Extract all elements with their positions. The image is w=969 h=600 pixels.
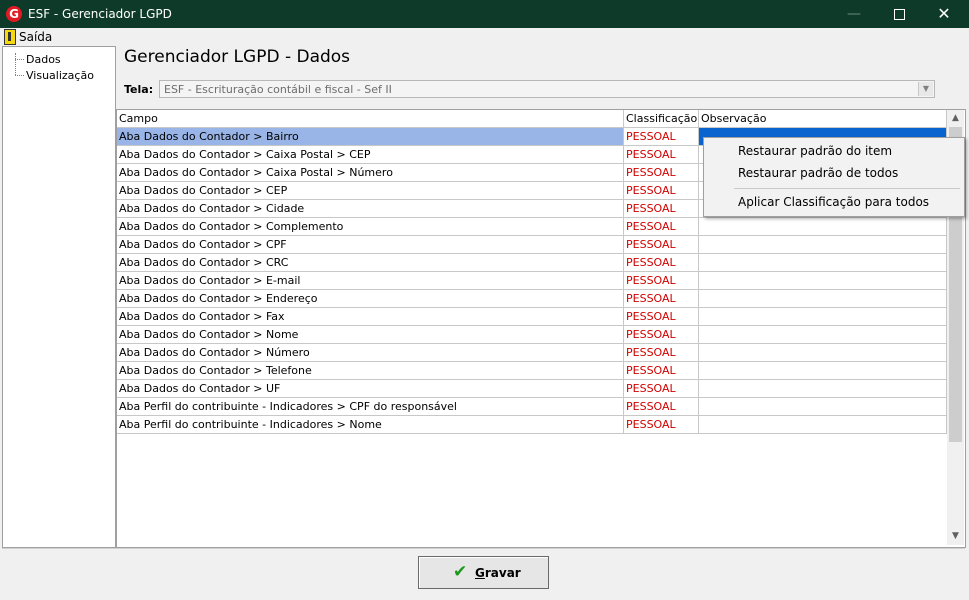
cell-observacao[interactable] xyxy=(699,254,947,272)
menu-item-apply-classification-all[interactable]: Aplicar Classificação para todos xyxy=(738,195,929,209)
cell-classificacao[interactable]: PESSOAL xyxy=(624,398,699,416)
tree-connector xyxy=(15,53,16,75)
menu-item-exit[interactable]: Saída xyxy=(19,30,52,44)
main-window: G ESF - Gerenciador LGPD — ✕ Saída Dados… xyxy=(0,0,969,600)
scroll-up-icon[interactable]: ▲ xyxy=(947,110,964,127)
cell-classificacao[interactable]: PESSOAL xyxy=(624,218,699,236)
page-title: Gerenciador LGPD - Dados xyxy=(124,47,351,67)
cell-campo[interactable]: Aba Dados do Contador > Caixa Postal > N… xyxy=(117,164,624,182)
table-row[interactable]: Aba Dados do Contador > Telefone PESSOAL xyxy=(117,362,947,380)
cell-classificacao[interactable]: PESSOAL xyxy=(624,380,699,398)
navigation-tree: Dados Visualização xyxy=(2,46,116,548)
menu-item-restore-all[interactable]: Restaurar padrão de todos xyxy=(738,166,898,180)
window-title: ESF - Gerenciador LGPD xyxy=(28,7,172,21)
cell-observacao[interactable] xyxy=(699,398,947,416)
exit-door-icon[interactable] xyxy=(4,29,16,45)
menu-bar xyxy=(0,28,969,46)
column-header-campo[interactable]: Campo xyxy=(117,110,624,127)
context-menu: Restaurar padrão do item Restaurar padrã… xyxy=(703,137,965,217)
cell-classificacao[interactable]: PESSOAL xyxy=(624,236,699,254)
cell-classificacao[interactable]: PESSOAL xyxy=(624,128,699,146)
column-header-observacao[interactable]: Observação xyxy=(699,110,947,127)
cell-observacao[interactable] xyxy=(699,290,947,308)
cell-classificacao[interactable]: PESSOAL xyxy=(624,416,699,434)
cell-observacao[interactable] xyxy=(699,308,947,326)
cell-observacao[interactable] xyxy=(699,326,947,344)
menu-separator xyxy=(734,188,960,189)
column-header-classificacao[interactable]: Classificação xyxy=(624,110,699,127)
cell-observacao[interactable] xyxy=(699,362,947,380)
chevron-down-icon[interactable]: ▼ xyxy=(918,82,933,96)
maximize-icon xyxy=(893,8,905,20)
cell-classificacao[interactable]: PESSOAL xyxy=(624,308,699,326)
table-row[interactable]: Aba Dados do Contador > E-mail PESSOAL xyxy=(117,272,947,290)
table-row[interactable]: Aba Dados do Contador > Número PESSOAL xyxy=(117,344,947,362)
cell-classificacao[interactable]: PESSOAL xyxy=(624,362,699,380)
table-row[interactable]: Aba Dados do Contador > UF PESSOAL xyxy=(117,380,947,398)
cell-campo[interactable]: Aba Dados do Contador > Nome xyxy=(117,326,624,344)
menu-item-restore-item[interactable]: Restaurar padrão do item xyxy=(738,144,892,158)
table-row[interactable]: Aba Dados do Contador > Endereço PESSOAL xyxy=(117,290,947,308)
cell-campo[interactable]: Aba Dados do Contador > Complemento xyxy=(117,218,624,236)
cell-classificacao[interactable]: PESSOAL xyxy=(624,344,699,362)
cell-classificacao[interactable]: PESSOAL xyxy=(624,200,699,218)
screen-select[interactable]: ESF - Escrituração contábil e fiscal - S… xyxy=(159,80,935,98)
cell-classificacao[interactable]: PESSOAL xyxy=(624,254,699,272)
title-bar[interactable]: G ESF - Gerenciador LGPD — ✕ xyxy=(0,0,969,28)
cell-campo[interactable]: Aba Dados do Contador > Caixa Postal > C… xyxy=(117,146,624,164)
save-button[interactable]: ✔ Gravar xyxy=(418,556,549,589)
cell-classificacao[interactable]: PESSOAL xyxy=(624,290,699,308)
cell-classificacao[interactable]: PESSOAL xyxy=(624,146,699,164)
cell-observacao[interactable] xyxy=(699,272,947,290)
cell-campo[interactable]: Aba Dados do Contador > Cidade xyxy=(117,200,624,218)
tree-connector xyxy=(15,59,24,60)
table-row[interactable]: Aba Perfil do contribuinte - Indicadores… xyxy=(117,398,947,416)
cell-campo[interactable]: Aba Dados do Contador > CPF xyxy=(117,236,624,254)
cell-campo[interactable]: Aba Dados do Contador > CEP xyxy=(117,182,624,200)
scroll-down-icon[interactable]: ▼ xyxy=(947,528,964,545)
cell-observacao[interactable] xyxy=(699,416,947,434)
app-logo-icon: G xyxy=(6,6,22,22)
cell-campo[interactable]: Aba Perfil do contribuinte - Indicadores… xyxy=(117,416,624,434)
cell-campo[interactable]: Aba Dados do Contador > CRC xyxy=(117,254,624,272)
table-row[interactable]: Aba Dados do Contador > Fax PESSOAL xyxy=(117,308,947,326)
cell-observacao[interactable] xyxy=(699,218,947,236)
table-row[interactable]: Aba Perfil do contribuinte - Indicadores… xyxy=(117,416,947,434)
table-header: Campo Classificação Observação xyxy=(117,110,947,128)
table-row[interactable]: Aba Dados do Contador > CRC PESSOAL xyxy=(117,254,947,272)
cell-classificacao[interactable]: PESSOAL xyxy=(624,272,699,290)
table-row[interactable]: Aba Dados do Contador > CPF PESSOAL xyxy=(117,236,947,254)
cell-campo[interactable]: Aba Dados do Contador > Número xyxy=(117,344,624,362)
cell-classificacao[interactable]: PESSOAL xyxy=(624,182,699,200)
cell-observacao[interactable] xyxy=(699,236,947,254)
tree-connector xyxy=(15,75,24,76)
maximize-button[interactable] xyxy=(876,0,922,28)
tree-item-dados[interactable]: Dados xyxy=(26,53,61,66)
cell-observacao[interactable] xyxy=(699,344,947,362)
minimize-button[interactable]: — xyxy=(831,0,877,28)
cell-classificacao[interactable]: PESSOAL xyxy=(624,164,699,182)
table-row[interactable]: Aba Dados do Contador > Complemento PESSO… xyxy=(117,218,947,236)
screen-select-value: ESF - Escrituração contábil e fiscal - S… xyxy=(164,83,392,96)
check-icon: ✔ xyxy=(453,562,468,582)
cell-campo[interactable]: Aba Dados do Contador > Telefone xyxy=(117,362,624,380)
cell-classificacao[interactable]: PESSOAL xyxy=(624,326,699,344)
close-button[interactable]: ✕ xyxy=(921,0,967,28)
cell-campo[interactable]: Aba Dados do Contador > Bairro xyxy=(117,128,624,146)
cell-campo[interactable]: Aba Perfil do contribuinte - Indicadores… xyxy=(117,398,624,416)
cell-campo[interactable]: Aba Dados do Contador > Fax xyxy=(117,308,624,326)
tree-item-visualizacao[interactable]: Visualização xyxy=(26,69,94,82)
cell-campo[interactable]: Aba Dados do Contador > Endereço xyxy=(117,290,624,308)
cell-campo[interactable]: Aba Dados do Contador > E-mail xyxy=(117,272,624,290)
cell-observacao[interactable] xyxy=(699,380,947,398)
cell-campo[interactable]: Aba Dados do Contador > UF xyxy=(117,380,624,398)
screen-select-label: Tela: xyxy=(124,83,154,96)
table-row[interactable]: Aba Dados do Contador > Nome PESSOAL xyxy=(117,326,947,344)
save-button-label: Gravar xyxy=(475,566,521,580)
